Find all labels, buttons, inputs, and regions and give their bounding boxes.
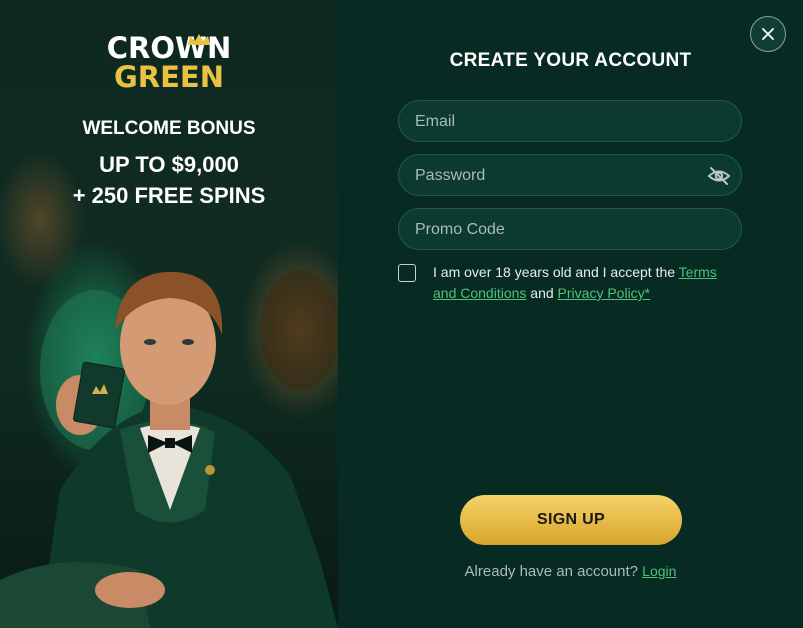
password-input[interactable] [413,155,707,197]
email-input[interactable] [413,101,707,143]
privacy-policy-link[interactable]: Privacy Policy* [558,285,651,301]
consent-and: and [526,285,558,301]
crown-icon [188,34,210,45]
free-spins: + 250 FREE SPINS [72,183,266,208]
welcome-bonus-heading: WELCOME BONUS [82,118,256,139]
close-button[interactable] [750,16,786,52]
consent-prefix: I am over 18 years old and I accept the [433,264,679,280]
consent-text: I am over 18 years old and I accept the … [433,262,743,304]
promo-illustration [0,270,338,628]
login-prompt: Already have an account? [464,563,638,580]
promo-field-wrapper [398,208,742,251]
promo-panel: CROWN GREEN WELCOME BONUS UP TO $9,000 +… [0,0,338,628]
form-panel: CREATE YOUR ACCOUNT I am over 18 years o… [338,0,803,628]
form-title: CREATE YOUR ACCOUNT [449,50,692,71]
eye-off-icon[interactable] [707,164,731,188]
signup-modal: CROWN GREEN WELCOME BONUS UP TO $9,000 +… [0,0,803,628]
login-link[interactable]: Login [642,563,676,579]
sign-up-button[interactable]: SIGN UP [460,495,682,545]
email-field-wrapper [398,100,742,143]
close-icon [762,28,774,40]
logo-line-2: GREEN [113,60,225,94]
promo-code-input[interactable] [413,209,707,251]
password-field-wrapper [398,154,742,197]
crown-green-logo: CROWN GREEN [0,31,338,94]
logo-line-1: CROWN [106,31,232,65]
bonus-amount: UP TO $9,000 [99,152,239,177]
login-row: Already have an account? Login [338,563,803,580]
age-terms-checkbox[interactable] [398,264,416,282]
